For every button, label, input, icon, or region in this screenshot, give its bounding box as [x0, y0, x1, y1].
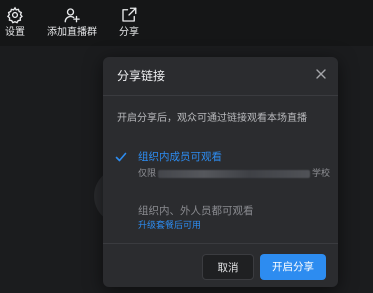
option-org-members-title: 组织内成员可观看 [138, 151, 222, 163]
option-org-members-subtitle: 仅限 学校 [138, 169, 330, 180]
share-link-dialog: 分享链接 开启分享后，观众可通过链接观看本场直播 组织内成员可观看 仅限 学校 组… [103, 57, 338, 287]
subtitle-suffix: 学校 [312, 169, 331, 179]
share-icon [122, 7, 137, 22]
subtitle-prefix: 仅限 [138, 169, 157, 179]
enable-share-button[interactable]: 开启分享 [260, 254, 326, 280]
share-label: 分享 [119, 27, 139, 38]
settings-button[interactable]: 设置 [4, 6, 26, 39]
add-live-group-button[interactable]: 添加直播群 [47, 6, 97, 39]
option-everyone[interactable]: 组织内、外人员都可观看 升级套餐后可用 [103, 203, 338, 239]
top-toolbar: 设置 添加直播群 分享 [0, 0, 373, 46]
dialog-header-divider [103, 95, 338, 96]
option-org-members[interactable]: 组织内成员可观看 仅限 学校 [103, 149, 338, 185]
upgrade-plan-link[interactable]: 升级套餐后可用 [138, 221, 201, 232]
live-stream-page: 设置 添加直播群 分享 分享链接 开启分享后，观众可通过链接观看本场直播 组织内… [0, 0, 373, 293]
check-icon [115, 152, 127, 162]
dialog-description: 开启分享后，观众可通过链接观看本场直播 [117, 113, 307, 124]
dialog-title: 分享链接 [117, 69, 166, 83]
redacted-org-name [158, 169, 311, 178]
cancel-button[interactable]: 取消 [202, 254, 254, 280]
dialog-footer-divider [103, 243, 338, 244]
option-everyone-title: 组织内、外人员都可观看 [138, 205, 254, 217]
gear-icon [6, 6, 23, 24]
add-user-icon [64, 8, 80, 23]
close-icon[interactable] [314, 67, 328, 81]
settings-label: 设置 [5, 27, 25, 38]
share-button[interactable]: 分享 [118, 6, 140, 39]
add-live-group-label: 添加直播群 [47, 27, 97, 38]
